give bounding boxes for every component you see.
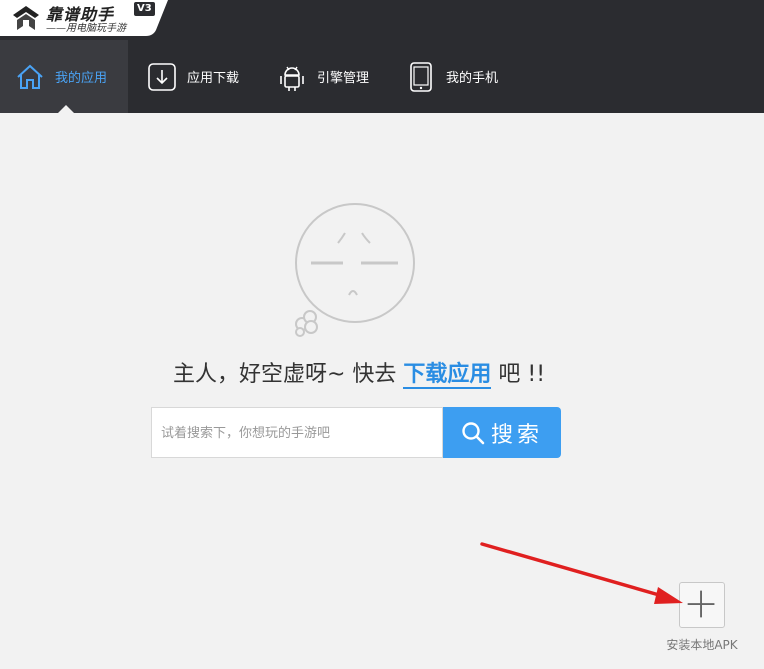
search-input[interactable] <box>152 408 442 457</box>
empty-state-headline: 主人，好空虚呀~ 快去 下载应用 吧 !! <box>0 356 718 389</box>
android-icon <box>280 66 304 91</box>
tab-my-phone-label: 我的手机 <box>446 71 499 86</box>
download-apps-link[interactable]: 下载应用 <box>403 362 492 389</box>
tab-my-apps-label: 我的应用 <box>55 71 108 86</box>
annotation-arrow <box>480 542 683 604</box>
search-icon <box>462 421 485 444</box>
tab-app-download[interactable]: 应用下载 <box>147 40 239 113</box>
search-button[interactable]: 搜索 <box>443 407 561 458</box>
download-icon <box>148 62 176 91</box>
logo-icon <box>13 6 39 30</box>
sleepy-face-icon <box>295 203 415 337</box>
app-subtitle: ——用电脑玩手游 <box>46 23 126 34</box>
tab-engine-management[interactable]: 引擎管理 <box>277 40 369 113</box>
search-field <box>151 407 443 458</box>
tab-engine-management-label: 引擎管理 <box>317 71 370 86</box>
version-badge: V3 <box>134 2 155 16</box>
home-icon <box>17 64 43 89</box>
active-tab-indicator <box>58 105 74 113</box>
main-nav: 我的应用 应用下载 引擎管理 我的手机 <box>0 40 764 113</box>
headline-prefix: 主人，好空虚呀~ 快去 <box>172 362 397 387</box>
phone-icon <box>410 61 432 92</box>
tab-my-apps[interactable]: 我的应用 <box>0 40 128 113</box>
search-button-label: 搜索 <box>490 422 543 448</box>
install-apk-label: 安装本地APK <box>666 638 738 652</box>
headline-suffix: 吧 !! <box>498 362 546 387</box>
tab-my-phone[interactable]: 我的手机 <box>406 40 498 113</box>
title-bar: 靠谱助手 ——用电脑玩手游 V3 <box>0 0 764 40</box>
tab-app-download-label: 应用下载 <box>187 71 240 86</box>
